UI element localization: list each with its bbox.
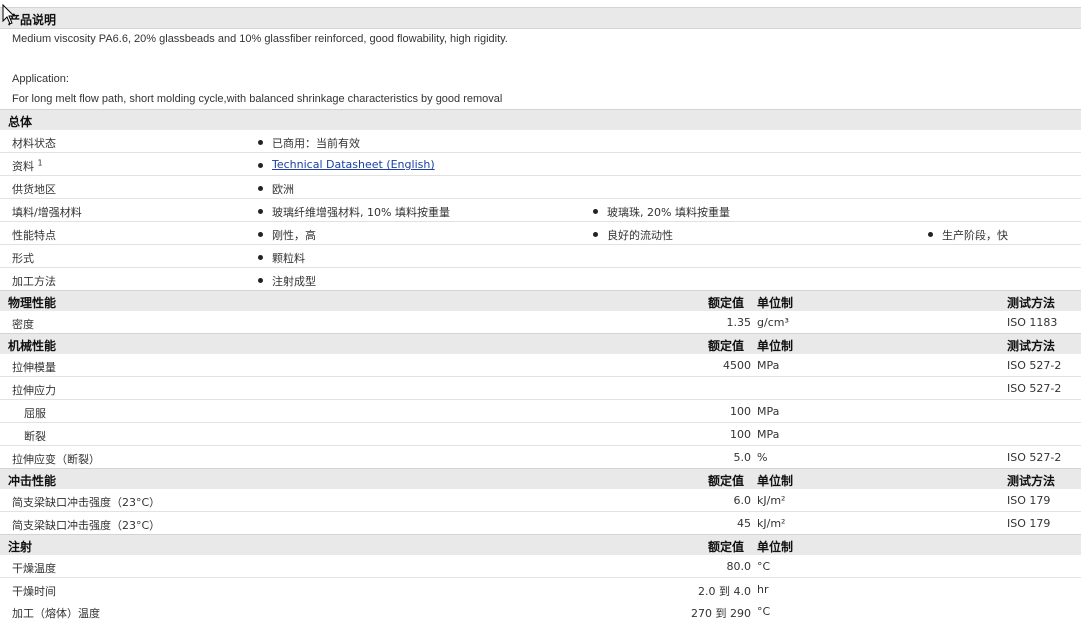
table-row: 加工（熔体）温度 270 到 290 °C	[0, 600, 1081, 620]
row-value: 玻璃珠, 20% 填料按重量	[593, 204, 730, 220]
row-value: 100	[730, 428, 751, 441]
table-row: 干燥时间 2.0 到 4.0 hr	[0, 578, 1081, 601]
table-row: 屈服 100 MPa	[0, 400, 1081, 423]
section-title: 注射	[8, 540, 33, 554]
application-label: Application:	[12, 73, 69, 85]
column-header-test: 测试方法	[1007, 474, 1056, 488]
row-label: 简支梁缺口冲击强度（23°C）	[12, 496, 161, 509]
row-value: 80.0	[726, 560, 752, 573]
row-value: 注射成型	[258, 273, 316, 289]
row-unit: hr	[757, 583, 769, 596]
row-label: 供货地区	[12, 183, 56, 196]
row-test-method: ISO 1183	[1007, 316, 1058, 329]
row-label: 拉伸模量	[12, 361, 56, 374]
row-test-method: ISO 179	[1007, 494, 1051, 507]
section-header-impact: 冲击性能 额定值 单位制 测试方法	[0, 468, 1081, 490]
row-label: 拉伸应变（断裂）	[12, 453, 100, 466]
row-label: 干燥温度	[12, 562, 56, 575]
section-header-product-description: 产品说明	[0, 7, 1081, 29]
row-label: 加工（熔体）温度	[12, 607, 100, 620]
column-header-nominal: 额定值	[708, 540, 745, 554]
row-label: 拉伸应力	[12, 384, 56, 397]
table-row: 密度 1.35 g/cm³ ISO 1183	[0, 311, 1081, 334]
application-text: For long melt flow path, short molding c…	[12, 93, 503, 105]
row-test-method: ISO 179	[1007, 517, 1051, 530]
row-value: 生产阶段，快	[928, 227, 1008, 243]
column-header-nominal: 额定值	[708, 474, 745, 488]
row-unit: kJ/m²	[757, 494, 786, 507]
row-unit: °C	[757, 560, 771, 573]
section-header-mechanical: 机械性能 额定值 单位制 测试方法	[0, 333, 1081, 355]
row-test-method: ISO 527-2	[1007, 451, 1062, 464]
table-row: 填料/增强材料 玻璃纤维增强材料, 10% 填料按重量 玻璃珠, 20% 填料按…	[0, 199, 1081, 222]
row-value: 良好的流动性	[593, 227, 673, 243]
table-row: 供货地区 欧洲	[0, 176, 1081, 199]
section-header-injection: 注射 额定值 单位制	[0, 534, 1081, 556]
row-value: 欧洲	[258, 181, 294, 197]
row-label: 形式	[12, 252, 34, 265]
row-value: 45	[737, 517, 751, 530]
row-unit: MPa	[757, 405, 780, 418]
row-value: 270 到 290	[691, 607, 751, 620]
row-unit: %	[757, 451, 768, 464]
row-value: 已商用：当前有效	[258, 135, 360, 151]
datasheet-link[interactable]: Technical Datasheet (English)	[272, 158, 435, 171]
row-unit: kJ/m²	[757, 517, 786, 530]
row-value: 1.35	[726, 316, 752, 329]
column-header-unit: 单位制	[757, 474, 794, 488]
table-row: 材料状态 已商用：当前有效	[0, 130, 1081, 153]
row-value: 100	[730, 405, 751, 418]
column-header-unit: 单位制	[757, 540, 794, 554]
row-label: 加工方法	[12, 275, 56, 288]
row-label: 简支梁缺口冲击强度（23°C）	[12, 519, 161, 532]
row-unit: MPa	[757, 359, 780, 372]
row-value: 5.0	[733, 451, 752, 464]
row-label: 资料 1	[12, 158, 43, 173]
row-unit: g/cm³	[757, 316, 789, 329]
table-row: 拉伸模量 4500 MPa ISO 527-2	[0, 354, 1081, 377]
datasheet-link-item: Technical Datasheet (English)	[258, 158, 435, 171]
row-value: 颗粒料	[258, 250, 305, 266]
table-row: 形式 颗粒料	[0, 245, 1081, 268]
table-row: 干燥温度 80.0 °C	[0, 555, 1081, 578]
table-row: 简支梁缺口冲击强度（23°C） 6.0 kJ/m² ISO 179	[0, 489, 1081, 512]
row-unit: MPa	[757, 428, 780, 441]
row-label: 密度	[12, 318, 34, 331]
row-value: 刚性，高	[258, 227, 316, 243]
section-title: 冲击性能	[8, 474, 57, 488]
column-header-test: 测试方法	[1007, 296, 1056, 310]
section-title: 总体	[8, 115, 33, 129]
table-row: 断裂 100 MPa	[0, 423, 1081, 446]
table-row: 简支梁缺口冲击强度（23°C） 45 kJ/m² ISO 179	[0, 512, 1081, 535]
column-header-nominal: 额定值	[708, 339, 745, 353]
section-title: 机械性能	[8, 339, 57, 353]
row-label: 干燥时间	[12, 585, 56, 598]
section-title: 物理性能	[8, 296, 57, 310]
row-value: 4500	[723, 359, 751, 372]
product-description-text: Medium viscosity PA6.6, 20% glassbeads a…	[12, 33, 508, 45]
row-label: 屈服	[24, 407, 46, 420]
row-label: 填料/增强材料	[12, 206, 82, 219]
row-value: 2.0 到 4.0	[698, 585, 751, 598]
column-header-unit: 单位制	[757, 296, 794, 310]
row-value: 6.0	[733, 494, 752, 507]
column-header-test: 测试方法	[1007, 339, 1056, 353]
row-unit: °C	[757, 605, 771, 618]
row-label: 材料状态	[12, 137, 56, 150]
column-header-unit: 单位制	[757, 339, 794, 353]
section-header-general: 总体	[0, 109, 1081, 131]
table-row: 拉伸应力 ISO 527-2	[0, 377, 1081, 400]
table-row: 性能特点 刚性，高 良好的流动性 生产阶段，快	[0, 222, 1081, 245]
row-value: 玻璃纤维增强材料, 10% 填料按重量	[258, 204, 450, 220]
table-row: 资料 1 Technical Datasheet (English)	[0, 153, 1081, 176]
mouse-cursor-icon	[2, 4, 16, 25]
table-row: 拉伸应变（断裂） 5.0 % ISO 527-2	[0, 446, 1081, 469]
row-label: 断裂	[24, 430, 46, 443]
row-test-method: ISO 527-2	[1007, 382, 1062, 395]
section-header-physical: 物理性能 额定值 单位制 测试方法	[0, 290, 1081, 312]
table-row: 加工方法 注射成型	[0, 268, 1081, 291]
column-header-nominal: 额定值	[708, 296, 745, 310]
row-label: 性能特点	[12, 229, 56, 242]
row-test-method: ISO 527-2	[1007, 359, 1062, 372]
